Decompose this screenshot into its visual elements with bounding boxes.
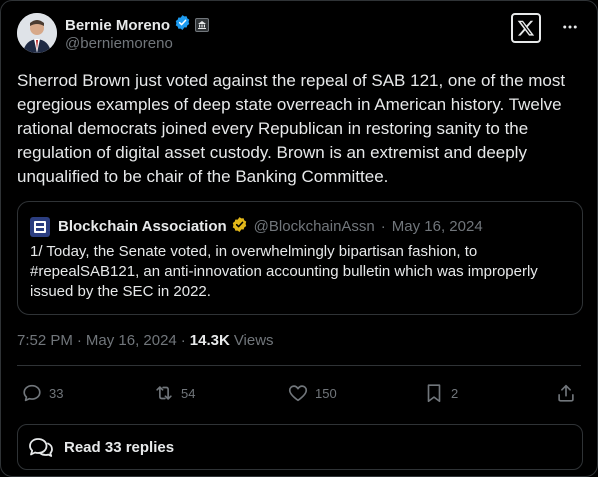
views-count: 14.3K — [189, 332, 230, 349]
tweet-card: Bernie Moreno @berniemoreno Sherrod Brow… — [0, 0, 598, 477]
bookmark-icon — [427, 384, 441, 403]
like-icon — [288, 385, 308, 402]
quote-author-handle: @BlockchainAssn — [253, 218, 375, 235]
author-display-name[interactable]: Bernie Moreno — [65, 17, 170, 34]
quote-date: May 16, 2024 — [391, 218, 483, 235]
like-count: 150 — [315, 385, 337, 401]
tweet-time[interactable]: 7:52 PM — [17, 332, 73, 349]
quote-author-name: Blockchain Association — [58, 218, 227, 235]
government-badge-icon — [195, 18, 210, 32]
share-icon — [558, 384, 574, 402]
share-button[interactable] — [555, 379, 577, 407]
verified-gold-icon — [231, 216, 248, 237]
tweet-text: Sherrod Brown just voted against the rep… — [17, 71, 566, 186]
x-logo-icon[interactable] — [511, 13, 541, 43]
bookmark-button[interactable]: 2 — [423, 379, 458, 407]
tweet-header: Bernie Moreno @berniemoreno — [17, 13, 581, 55]
repost-count: 54 — [181, 385, 196, 401]
name-row: Bernie Moreno — [65, 14, 210, 36]
more-icon[interactable] — [559, 16, 581, 38]
action-bar: 33 54 150 2 — [17, 379, 583, 407]
views-label: Views — [233, 332, 274, 349]
repost-icon — [156, 386, 172, 400]
read-replies-button[interactable]: Read 33 replies — [17, 424, 583, 470]
quote-separator: · — [380, 218, 386, 235]
repost-button[interactable]: 54 — [153, 379, 195, 407]
avatar[interactable] — [17, 13, 57, 53]
tweet-meta: 7:52 PM · May 16, 2024 · 14.3K Views — [17, 332, 274, 349]
divider — [17, 365, 581, 366]
reply-button[interactable]: 33 — [21, 379, 63, 407]
replies-bubble-icon — [29, 438, 53, 457]
quoted-tweet[interactable]: Blockchain Association @BlockchainAssn ·… — [17, 201, 583, 315]
bookmark-count: 2 — [451, 385, 459, 401]
like-button[interactable]: 150 — [287, 379, 337, 407]
tweet-date[interactable]: May 16, 2024 — [86, 332, 177, 349]
verified-blue-icon — [174, 14, 191, 36]
reply-count: 33 — [49, 385, 64, 401]
quote-text: 1/ Today, the Senate voted, in overwhelm… — [30, 243, 538, 300]
quote-avatar — [30, 216, 50, 237]
meta-separator: · — [76, 332, 82, 349]
author-handle[interactable]: @berniemoreno — [65, 35, 173, 52]
quote-header: Blockchain Association @BlockchainAssn ·… — [30, 216, 483, 237]
meta-separator: · — [180, 332, 186, 349]
reply-icon — [23, 384, 41, 402]
read-replies-label: Read 33 replies — [64, 438, 175, 456]
